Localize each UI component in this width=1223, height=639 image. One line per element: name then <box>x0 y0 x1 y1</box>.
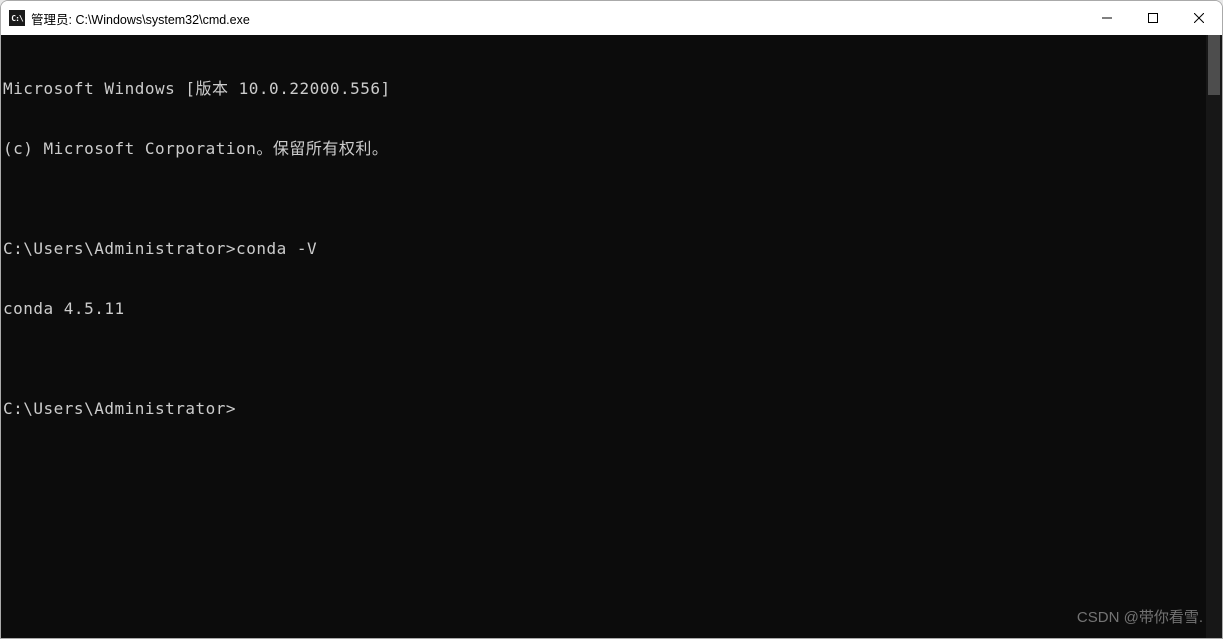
cmd-icon: C:\ <box>9 10 25 26</box>
cmd-icon-text: C:\ <box>11 14 22 23</box>
maximize-icon <box>1148 13 1158 23</box>
terminal-line: C:\Users\Administrator>conda -V <box>3 239 1206 259</box>
titlebar[interactable]: C:\ 管理员: C:\Windows\system32\cmd.exe <box>1 1 1222 35</box>
terminal-line: C:\Users\Administrator> <box>3 399 1206 419</box>
terminal-content[interactable]: Microsoft Windows [版本 10.0.22000.556] (c… <box>1 35 1206 638</box>
terminal-line: conda 4.5.11 <box>3 299 1206 319</box>
close-button[interactable] <box>1176 1 1222 35</box>
maximize-button[interactable] <box>1130 1 1176 35</box>
terminal-area[interactable]: Microsoft Windows [版本 10.0.22000.556] (c… <box>1 35 1222 638</box>
window-controls <box>1084 1 1222 35</box>
terminal-line: (c) Microsoft Corporation。保留所有权利。 <box>3 139 1206 159</box>
scrollbar-thumb[interactable] <box>1208 35 1220 95</box>
minimize-button[interactable] <box>1084 1 1130 35</box>
terminal-line: Microsoft Windows [版本 10.0.22000.556] <box>3 79 1206 99</box>
window-title: 管理员: C:\Windows\system32\cmd.exe <box>31 9 1084 28</box>
scrollbar[interactable] <box>1206 35 1222 638</box>
cmd-window: C:\ 管理员: C:\Windows\system32\cmd.exe <box>0 0 1223 639</box>
close-icon <box>1194 13 1204 23</box>
minimize-icon <box>1102 13 1112 23</box>
